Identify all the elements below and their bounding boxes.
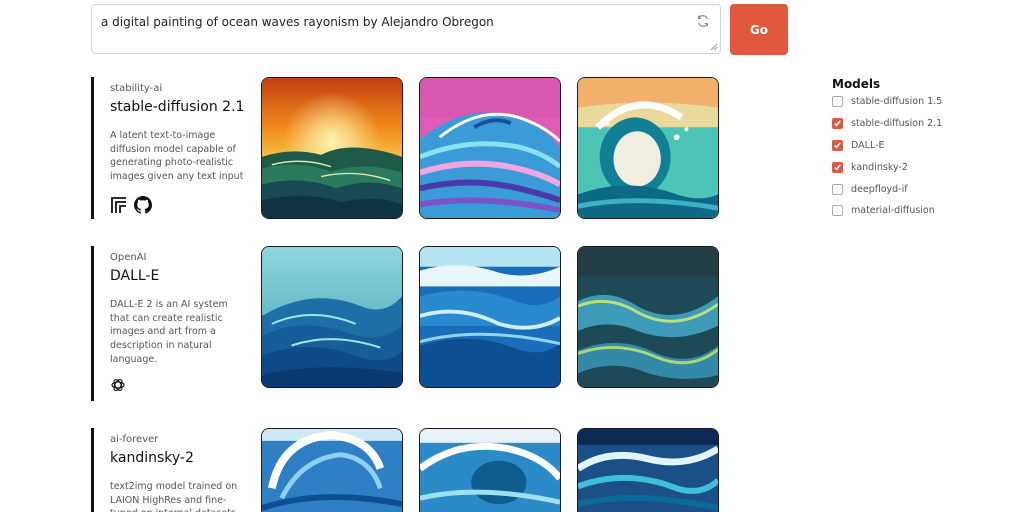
replicate-icon[interactable] <box>110 196 128 214</box>
models-filter-panel: Models stable-diffusion 1.5 stable-diffu… <box>832 77 1012 222</box>
section-bar <box>91 77 94 219</box>
model-description: text2img model trained on LAION HighRes … <box>110 481 238 512</box>
model-description: A latent text-to-image diffusion model c… <box>110 130 244 183</box>
model-option-label: stable-diffusion 1.5 <box>851 96 943 108</box>
model-info: stability-ai stable-diffusion 2.1 A late… <box>110 83 245 184</box>
checkbox[interactable] <box>832 118 843 130</box>
generated-image[interactable] <box>419 246 561 388</box>
refresh-icon[interactable] <box>696 14 710 28</box>
model-links <box>110 377 126 393</box>
generated-image[interactable] <box>261 428 403 512</box>
prompt-textarea[interactable]: a digital painting of ocean waves rayoni… <box>91 4 721 54</box>
model-option-stable-diffusion-2-1[interactable]: stable-diffusion 2.1 <box>832 113 1012 135</box>
model-org: ai-forever <box>110 434 159 445</box>
model-name: DALL-E <box>110 268 160 284</box>
model-description: DALL-E 2 is an AI system that can create… <box>110 299 228 365</box>
model-name: stable-diffusion 2.1 <box>110 99 245 115</box>
github-icon[interactable] <box>134 196 152 214</box>
model-option-deepfloyd-if[interactable]: deepfloyd-if <box>832 178 1012 200</box>
model-info: ai-forever kandinsky-2 text2img model tr… <box>110 434 245 512</box>
prompt-text: a digital painting of ocean waves rayoni… <box>101 15 494 29</box>
checkbox[interactable] <box>832 96 843 108</box>
generated-image[interactable] <box>577 246 719 388</box>
resize-grip-icon[interactable] <box>710 43 718 51</box>
model-option-label: kandinsky-2 <box>851 161 908 173</box>
section-bar <box>91 246 94 401</box>
checkbox[interactable] <box>832 139 843 151</box>
model-option-stable-diffusion-1-5[interactable]: stable-diffusion 1.5 <box>832 91 1012 113</box>
model-info: OpenAI DALL-E DALL-E 2 is an AI system t… <box>110 252 245 367</box>
generated-image[interactable] <box>419 428 561 512</box>
generated-image[interactable] <box>261 77 403 219</box>
section-bar <box>91 428 94 512</box>
model-option-kandinsky-2[interactable]: kandinsky-2 <box>832 156 1012 178</box>
generated-image[interactable] <box>419 77 561 219</box>
model-option-label: deepfloyd-if <box>851 183 908 195</box>
check-icon <box>834 164 841 171</box>
model-links <box>110 196 152 214</box>
openai-icon[interactable] <box>110 377 126 393</box>
check-icon <box>834 120 841 127</box>
models-title: Models <box>832 77 881 91</box>
model-option-dall-e[interactable]: DALL-E <box>832 135 1012 157</box>
generated-image[interactable] <box>261 246 403 388</box>
generated-image[interactable] <box>577 77 719 219</box>
model-option-material-diffusion[interactable]: material-diffusion <box>832 200 1012 222</box>
checkbox[interactable] <box>832 161 843 173</box>
model-org: OpenAI <box>110 252 147 263</box>
checkbox[interactable] <box>832 205 843 217</box>
checkbox[interactable] <box>832 183 843 195</box>
go-button[interactable]: Go <box>730 4 788 55</box>
model-option-label: DALL-E <box>851 139 885 151</box>
model-option-label: stable-diffusion 2.1 <box>851 118 943 130</box>
generated-image[interactable] <box>577 428 719 512</box>
model-org: stability-ai <box>110 83 163 94</box>
model-option-label: material-diffusion <box>851 205 935 217</box>
model-name: kandinsky-2 <box>110 450 194 466</box>
check-icon <box>834 142 841 149</box>
